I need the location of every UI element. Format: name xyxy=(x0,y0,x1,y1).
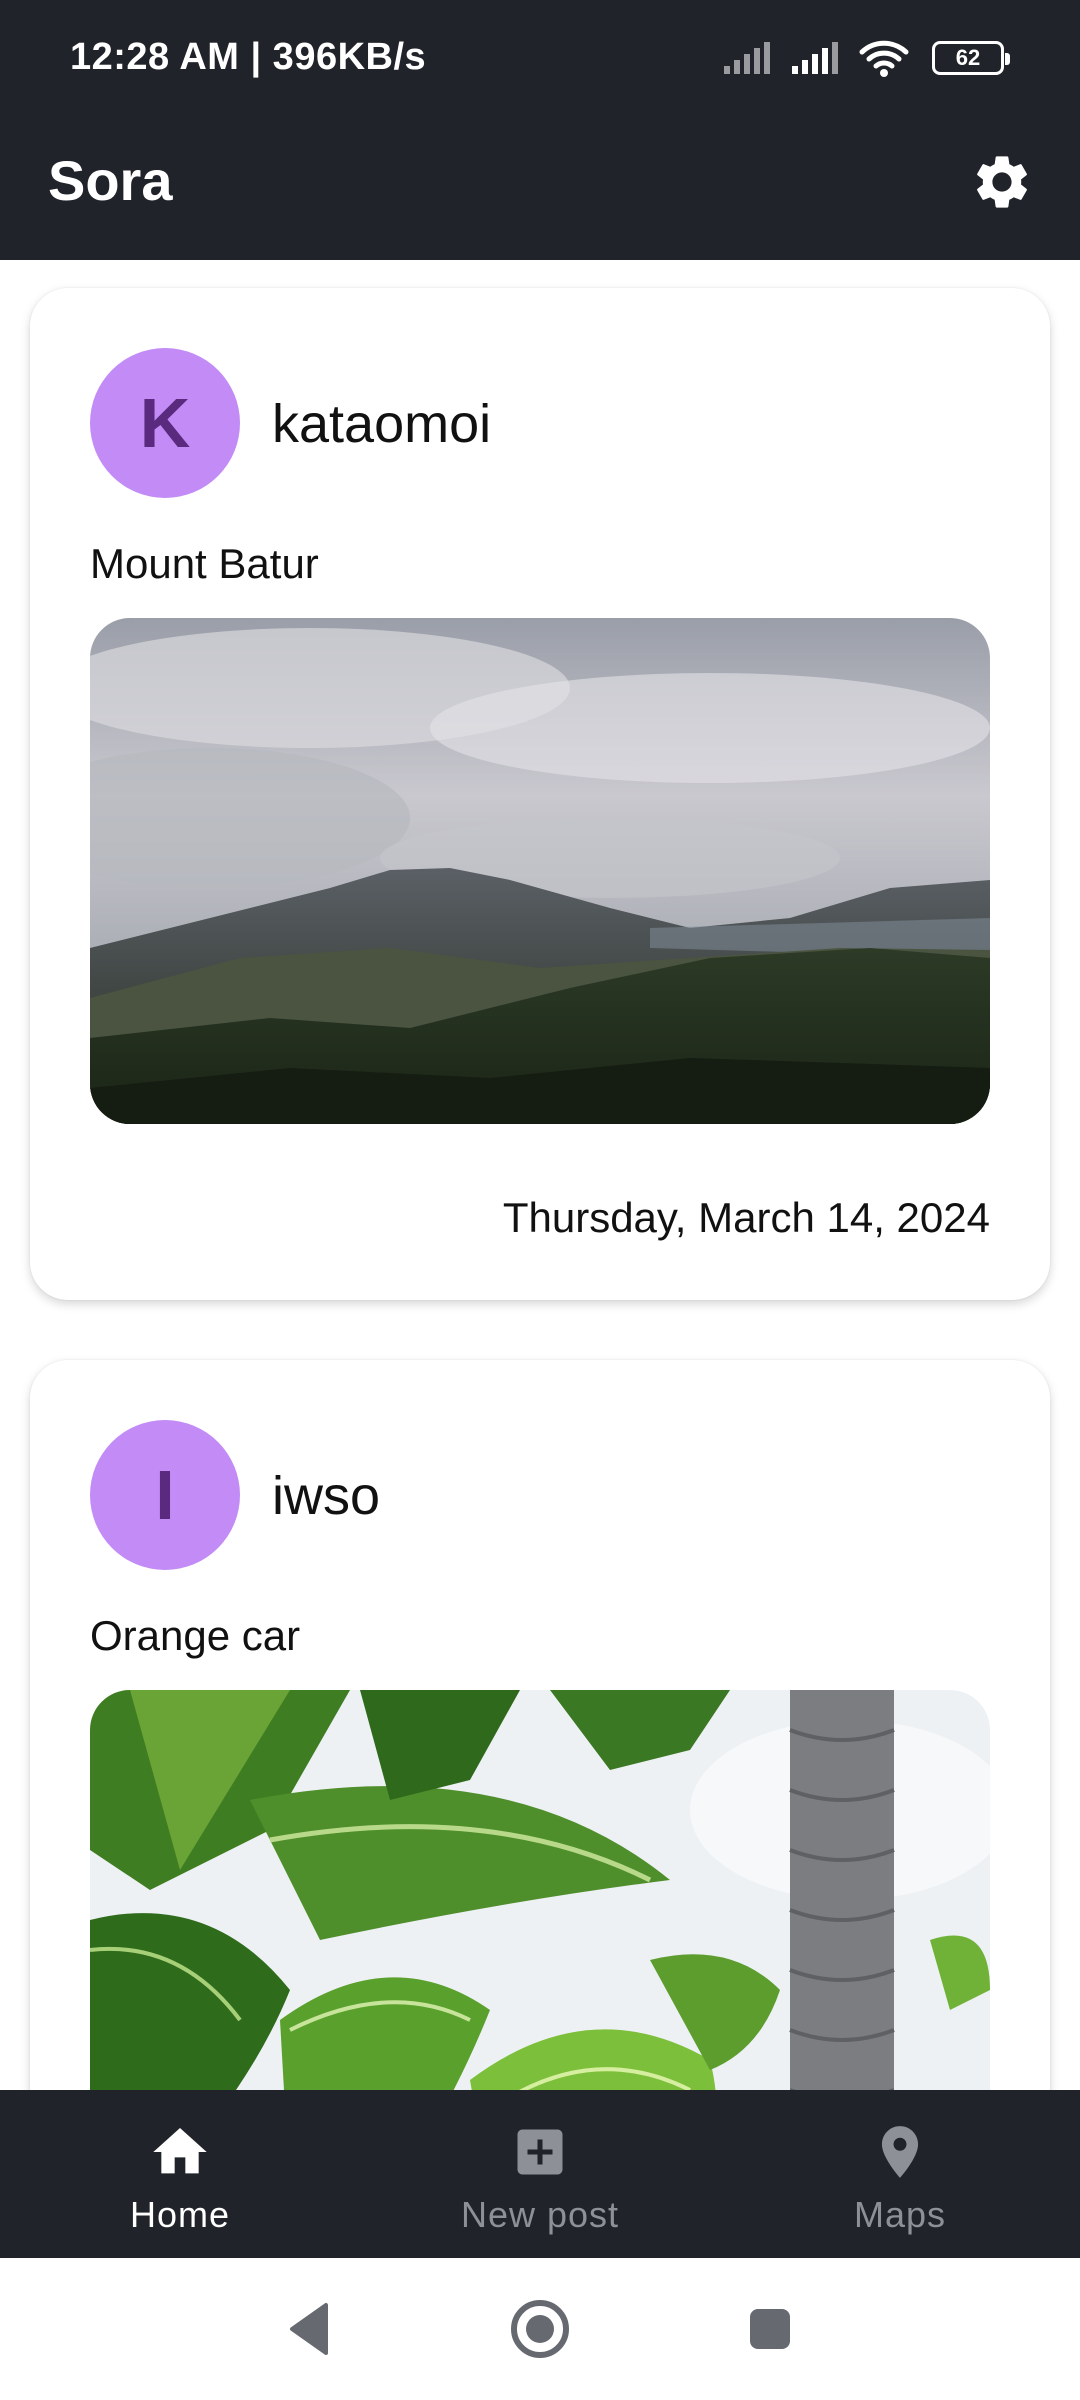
post-card[interactable]: K kataomoi Mount Batur Thursday, March 1… xyxy=(30,288,1050,1300)
add-box-icon xyxy=(508,2120,572,2184)
signal-icon xyxy=(724,42,770,74)
post-card[interactable]: I iwso Orange car xyxy=(30,1360,1050,2090)
home-button[interactable] xyxy=(505,2294,575,2364)
post-date: Thursday, March 14, 2024 xyxy=(502,1194,990,1241)
nav-item-new-post[interactable]: New post xyxy=(360,2090,720,2258)
app-bar: Sora xyxy=(0,120,1080,260)
system-navigation xyxy=(0,2258,1080,2400)
post-feed[interactable]: K kataomoi Mount Batur Thursday, March 1… xyxy=(0,260,1080,2090)
post-image[interactable] xyxy=(90,618,990,1124)
recents-button[interactable] xyxy=(735,2294,805,2364)
avatar-initial: K xyxy=(139,384,191,462)
avatar[interactable]: K xyxy=(90,348,240,498)
status-time: 12:28 AM | 396KB/s xyxy=(70,36,427,78)
post-image[interactable] xyxy=(90,1690,990,2090)
volcano-landscape-image xyxy=(90,618,990,1124)
battery-level: 62 xyxy=(955,45,981,70)
nav-item-maps[interactable]: Maps xyxy=(720,2090,1080,2258)
recents-icon xyxy=(750,2309,790,2349)
settings-button[interactable] xyxy=(964,144,1040,220)
bottom-navigation: Home New post Maps xyxy=(0,2090,1080,2258)
wifi-icon xyxy=(859,40,909,77)
gear-icon xyxy=(977,156,1027,208)
nav-item-home[interactable]: Home xyxy=(0,2090,360,2258)
nav-label-new-post: New post xyxy=(460,2194,620,2235)
location-pin-icon xyxy=(868,2120,932,2184)
username[interactable]: kataomoi xyxy=(272,393,491,455)
battery-icon: 62 xyxy=(932,41,1010,75)
home-circle-icon xyxy=(511,2300,569,2358)
back-button[interactable] xyxy=(275,2294,345,2364)
post-text: Orange car xyxy=(90,1612,301,1659)
avatar-initial: I xyxy=(155,1456,175,1534)
signal-icon xyxy=(792,42,838,74)
post-text: Mount Batur xyxy=(90,540,319,587)
status-bar: 12:28 AM | 396KB/s 62 xyxy=(0,0,1080,120)
nav-label-maps: Maps xyxy=(853,2194,947,2235)
app-title: Sora xyxy=(48,149,173,212)
username[interactable]: iwso xyxy=(272,1465,380,1527)
back-icon xyxy=(290,2303,328,2355)
home-icon xyxy=(148,2120,212,2184)
status-icons: 62 xyxy=(722,38,1010,78)
nav-label-home: Home xyxy=(129,2194,231,2235)
banana-leaves-image xyxy=(90,1690,990,2090)
avatar[interactable]: I xyxy=(90,1420,240,1570)
